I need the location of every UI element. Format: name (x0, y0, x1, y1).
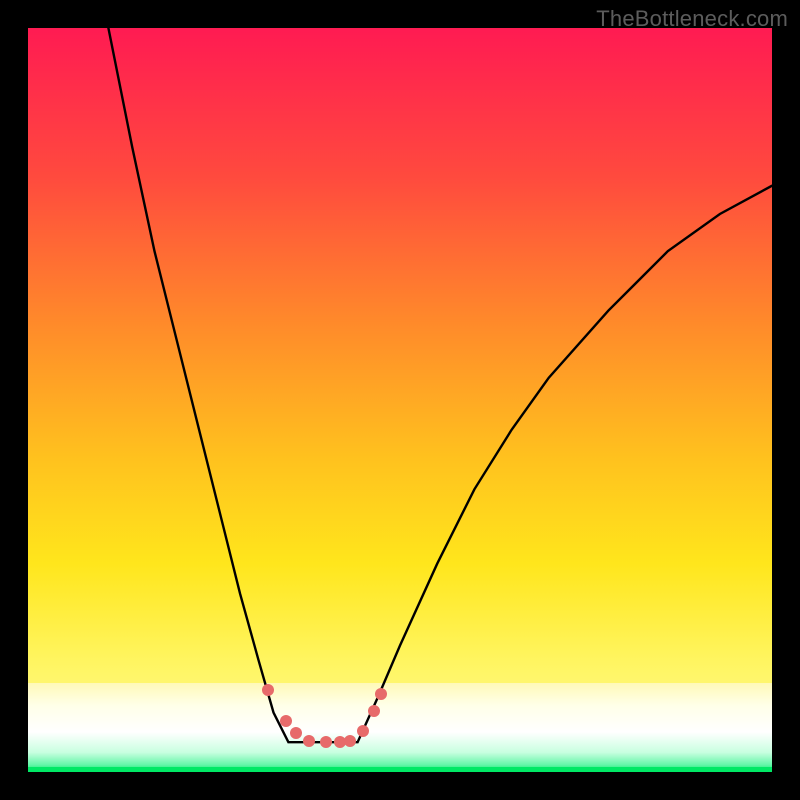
data-dot (303, 735, 315, 747)
data-dot (280, 715, 292, 727)
data-dot (357, 725, 369, 737)
watermark-text: TheBottleneck.com (596, 6, 788, 32)
data-dot (290, 727, 302, 739)
data-dot (368, 705, 380, 717)
v-curve (28, 28, 772, 772)
plot-area (28, 28, 772, 772)
data-dot (344, 735, 356, 747)
data-dot (375, 688, 387, 700)
outer-frame: TheBottleneck.com (0, 0, 800, 800)
data-dot (262, 684, 274, 696)
data-dot (320, 736, 332, 748)
